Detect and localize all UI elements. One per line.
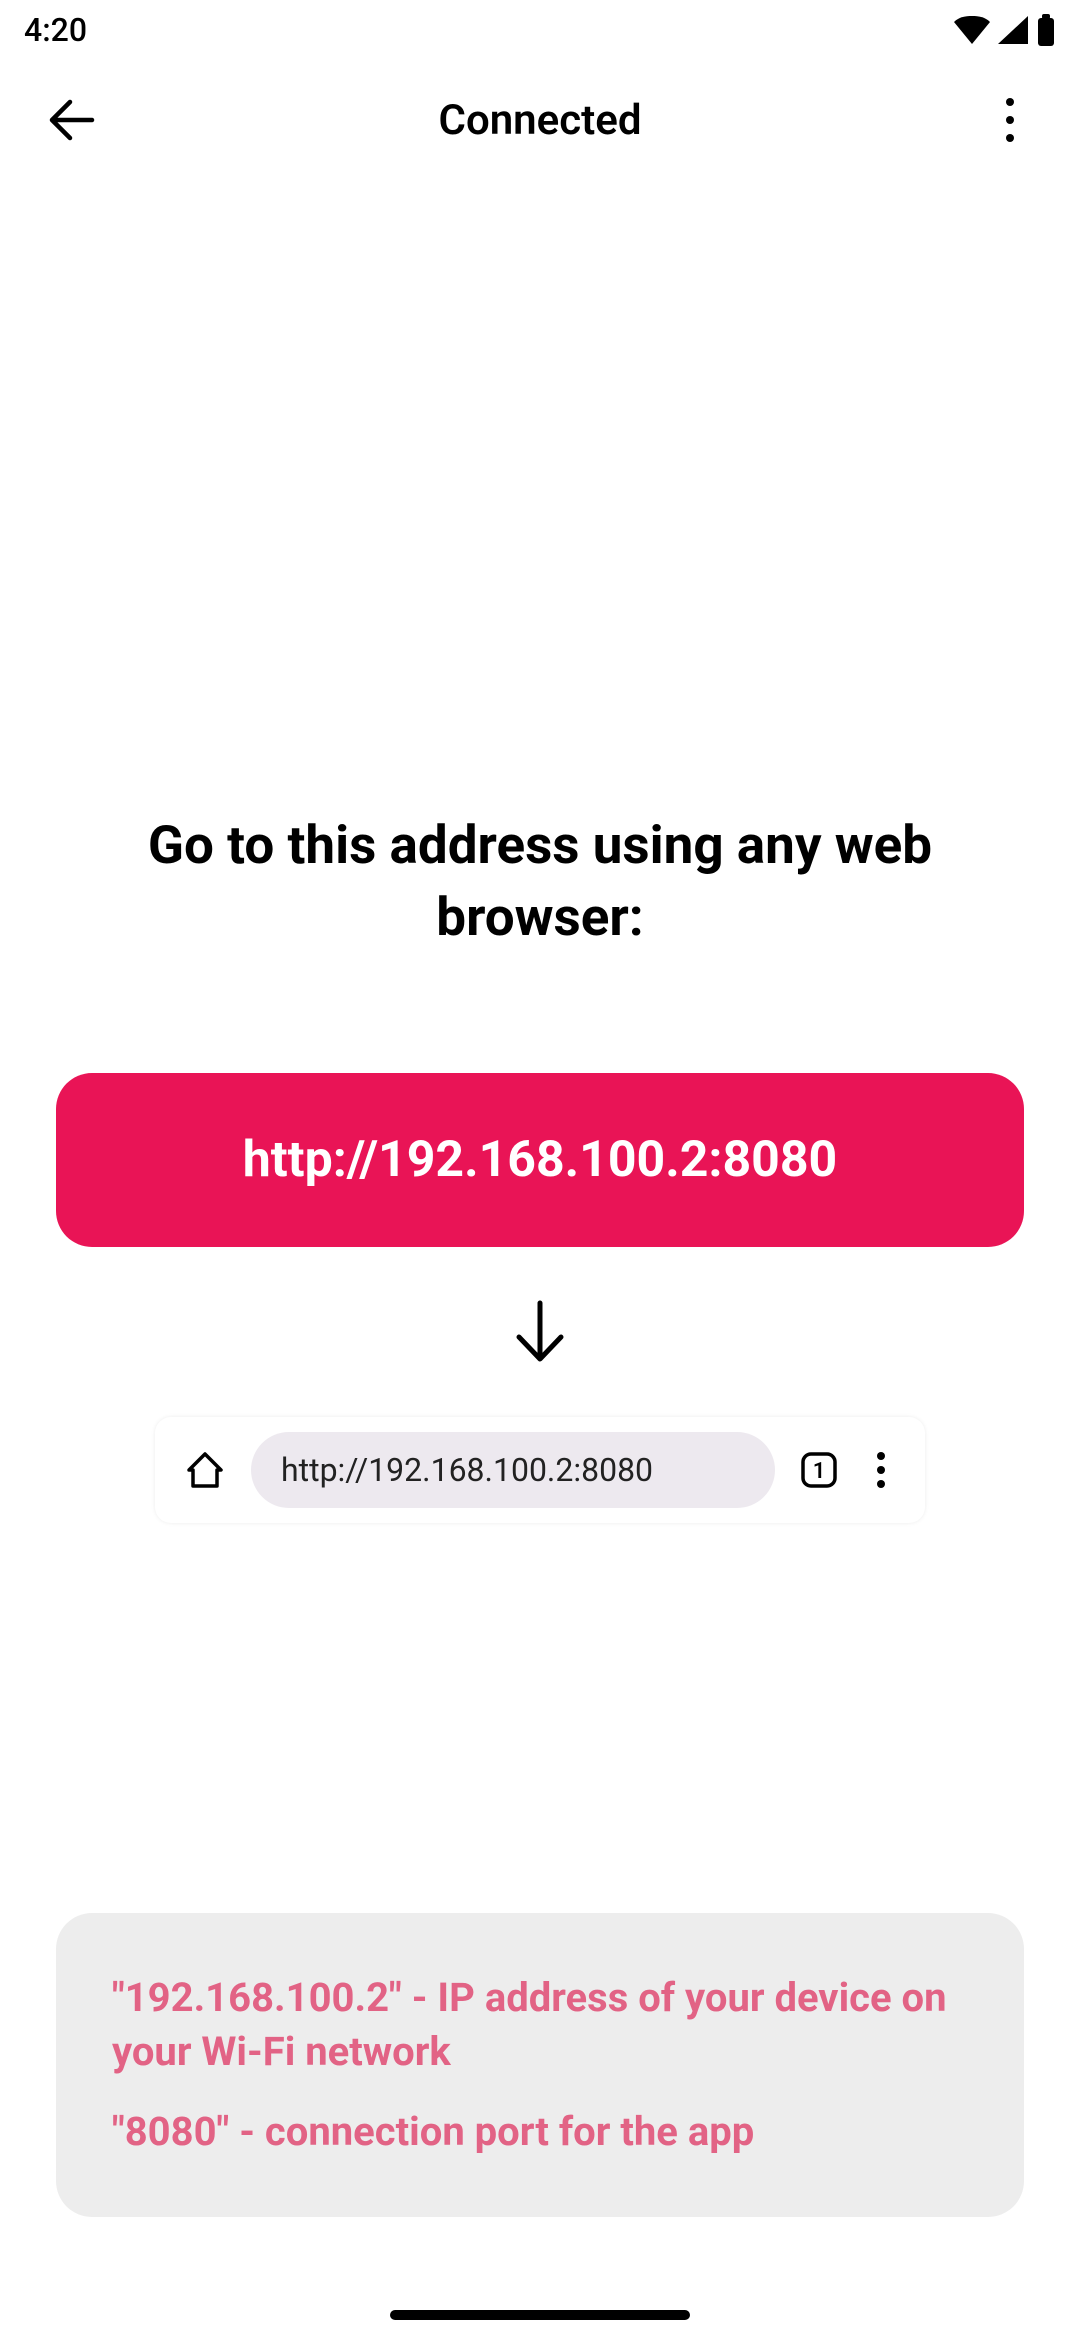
back-button[interactable] (40, 90, 100, 150)
more-vertical-icon (876, 1451, 886, 1489)
info-ip-text: "192.168.100.2" - IP address of your dev… (112, 1971, 968, 2079)
instruction-text: Go to this address using any web browser… (100, 810, 980, 953)
status-icons (954, 14, 1056, 46)
nav-bar-indicator (390, 2310, 690, 2320)
page-title: Connected (438, 96, 641, 145)
main-content: Go to this address using any web browser… (0, 180, 1080, 2217)
more-options-button[interactable] (980, 90, 1040, 150)
info-box: "192.168.100.2" - IP address of your dev… (56, 1913, 1024, 2217)
status-time: 4:20 (24, 11, 87, 49)
arrow-left-icon (44, 94, 96, 146)
browser-tabs-icon: 1 (797, 1448, 841, 1492)
arrow-down-icon (505, 1297, 575, 1367)
browser-home-icon (181, 1446, 229, 1494)
cellular-icon (998, 16, 1028, 44)
status-bar: 4:20 (0, 0, 1080, 60)
browser-mockup: http://192.168.100.2:8080 1 (155, 1417, 925, 1523)
browser-url-field: http://192.168.100.2:8080 (251, 1432, 775, 1508)
svg-text:1: 1 (813, 1459, 826, 1484)
home-icon (185, 1450, 225, 1490)
more-vertical-icon (1004, 96, 1016, 144)
wifi-icon (954, 16, 990, 44)
url-address-button[interactable]: http://192.168.100.2:8080 (56, 1073, 1024, 1247)
app-header: Connected (0, 60, 1080, 180)
battery-icon (1036, 14, 1056, 46)
tabs-count-icon: 1 (799, 1450, 839, 1490)
browser-more-icon (863, 1448, 899, 1492)
arrow-down-indicator (505, 1297, 575, 1367)
info-port-text: "8080" - connection port for the app (112, 2105, 968, 2159)
